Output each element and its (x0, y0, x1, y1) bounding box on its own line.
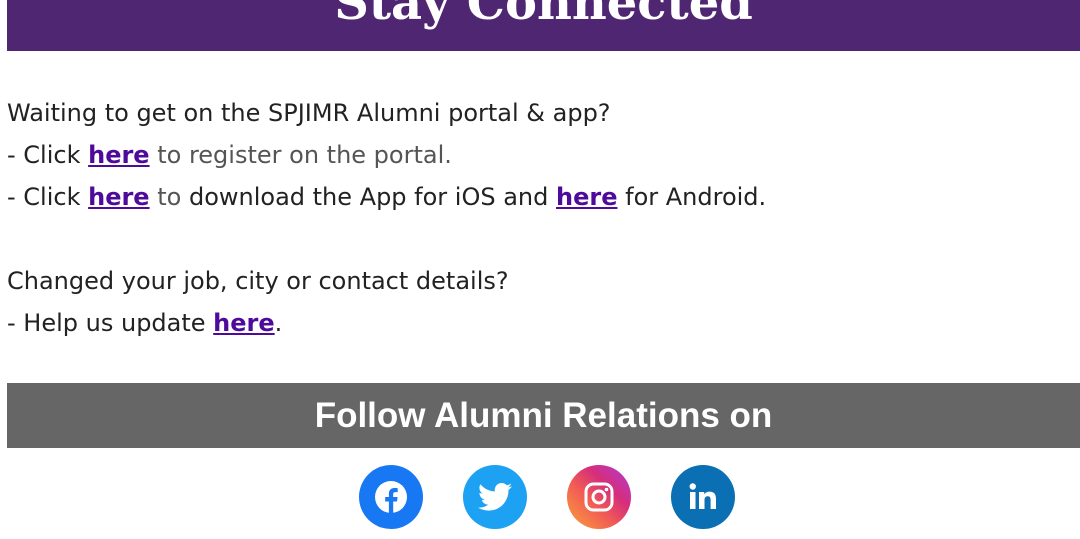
android-app-link[interactable]: here (556, 183, 617, 211)
facebook-button[interactable] (359, 465, 423, 529)
follow-title: Follow Alumni Relations on (314, 396, 773, 435)
social-icons (359, 465, 735, 531)
linkedin-button[interactable] (671, 465, 735, 529)
header-title: Stay Connected (334, 0, 753, 31)
register-prefix: - Click (7, 141, 89, 169)
register-link[interactable]: here (88, 141, 149, 169)
header-banner: Stay Connected (7, 0, 1080, 51)
register-suffix: to register on the portal. (149, 141, 452, 169)
app-mid: download the App for iOS and (181, 183, 556, 211)
instagram-icon (584, 482, 614, 512)
ios-app-link[interactable]: here (88, 183, 149, 211)
twitter-icon (478, 482, 512, 511)
update-question: Changed your job, city or contact detail… (7, 260, 1067, 302)
update-suffix: . (274, 309, 283, 337)
linkedin-icon (689, 483, 716, 509)
app-prefix: - Click (7, 183, 89, 211)
instagram-button[interactable] (567, 465, 631, 529)
update-line: - Help us update here. (7, 302, 1067, 344)
update-link[interactable]: here (213, 309, 274, 337)
portal-question-text: Waiting to get on the SPJIMR Alumni port… (7, 99, 611, 127)
portal-question: Waiting to get on the SPJIMR Alumni port… (7, 92, 1067, 134)
twitter-button[interactable] (463, 465, 527, 529)
app-suffix: for Android. (617, 183, 767, 211)
app-mid-to: to (149, 183, 182, 211)
update-prefix: - Help us update (7, 309, 214, 337)
main-content: Waiting to get on the SPJIMR Alumni port… (7, 92, 1067, 344)
follow-banner: Follow Alumni Relations on (7, 383, 1080, 448)
facebook-icon (375, 481, 407, 514)
app-line: - Click here to download the App for iOS… (7, 176, 1067, 218)
register-line: - Click here to register on the portal. (7, 134, 1067, 176)
update-question-text: Changed your job, city or contact detail… (7, 267, 509, 295)
